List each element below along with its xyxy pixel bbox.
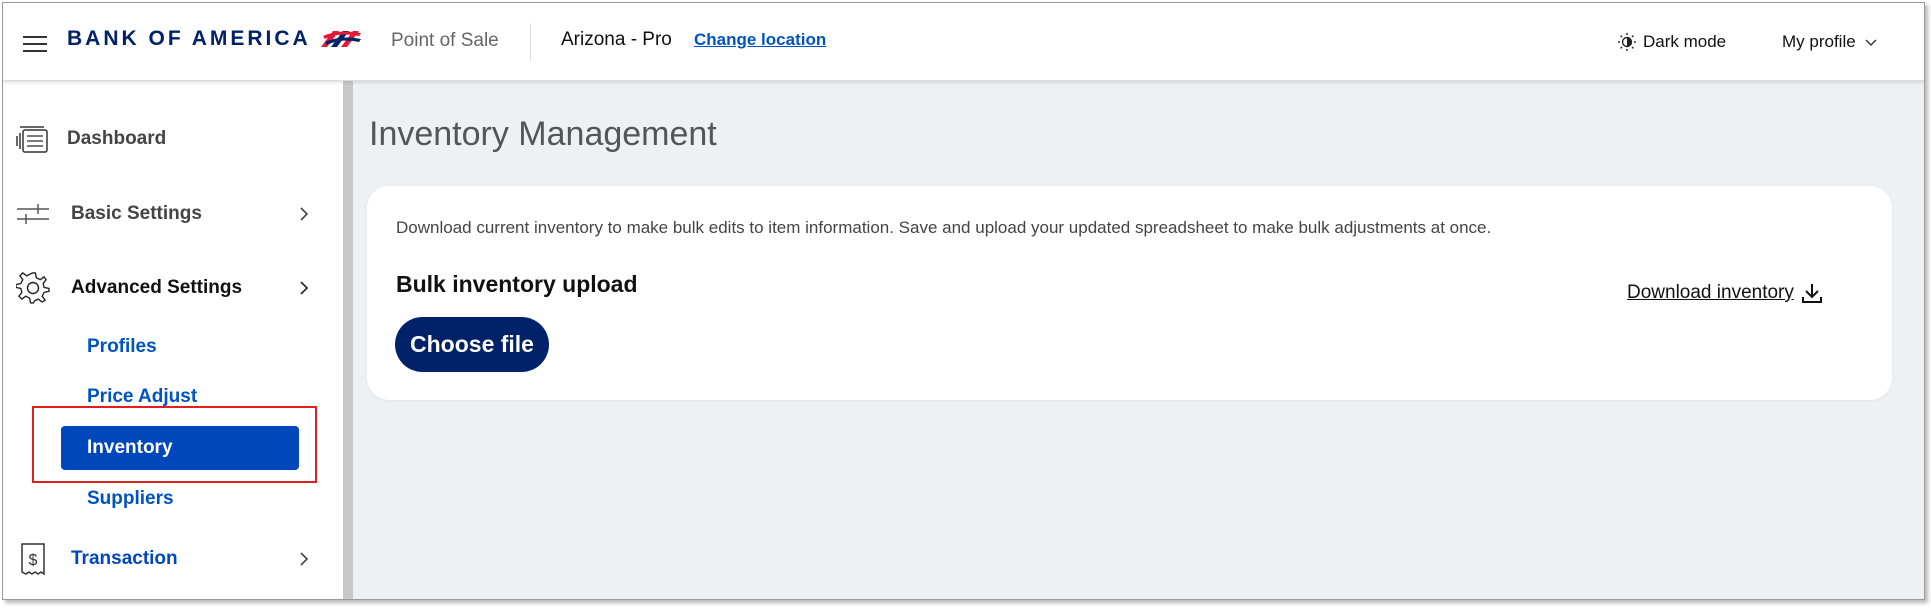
change-location-link[interactable]: Change location [694, 30, 826, 50]
sliders-icon [15, 196, 51, 232]
brand-name: BANK OF AMERICA [67, 27, 311, 50]
page-title: Inventory Management [369, 115, 717, 153]
sidebar-item-advanced-settings[interactable]: Advanced Settings [3, 268, 323, 308]
app-window: BANK OF AMERICA Point of Sale Arizona - … [2, 2, 1925, 600]
header-divider [530, 23, 531, 61]
sidebar-item-transaction[interactable]: $ Transaction [3, 539, 323, 579]
download-inventory-label: Download inventory [1627, 282, 1794, 303]
gear-icon [15, 270, 51, 306]
menu-icon[interactable] [23, 36, 47, 52]
dark-mode-toggle[interactable]: Dark mode [1617, 32, 1726, 52]
flag-logo-icon [320, 31, 361, 47]
my-profile-label: My profile [1782, 32, 1856, 51]
chevron-right-icon [300, 552, 309, 566]
receipt-icon: $ [15, 541, 51, 577]
dark-mode-label: Dark mode [1643, 32, 1727, 51]
sidebar-scrollbar[interactable] [343, 81, 353, 599]
main-content: Inventory Management Download current in… [353, 81, 1924, 599]
top-header: BANK OF AMERICA Point of Sale Arizona - … [3, 3, 1924, 81]
sidebar-subitem-profiles[interactable]: Profiles [87, 336, 157, 358]
chevron-down-icon [1865, 39, 1877, 46]
bulk-upload-heading: Bulk inventory upload [396, 271, 638, 297]
sidebar-subitem-suppliers[interactable]: Suppliers [87, 488, 174, 510]
sidebar-item-label: Advanced Settings [71, 277, 243, 298]
sidebar-item-label: Dashboard [67, 128, 167, 149]
sidebar-subitem-price-adjust[interactable]: Price Adjust [87, 386, 197, 408]
app-name-label: Point of Sale [391, 30, 499, 51]
choose-file-button[interactable]: Choose file [395, 317, 549, 372]
dashboard-icon [15, 121, 51, 157]
sidebar-item-label: Transaction [71, 548, 178, 569]
sidebar-item-label: Basic Settings [71, 203, 202, 224]
chevron-right-icon [300, 207, 309, 221]
sidebar-subitem-inventory[interactable]: Inventory [61, 426, 299, 470]
my-profile-menu[interactable]: My profile [1782, 32, 1878, 52]
download-icon [1801, 284, 1822, 303]
svg-text:$: $ [29, 552, 38, 569]
download-inventory-link[interactable]: Download inventory [1627, 281, 1824, 305]
sidebar-item-basic-settings[interactable]: Basic Settings [3, 194, 323, 234]
sidebar-item-dashboard[interactable]: Dashboard [3, 119, 323, 159]
brand-logo[interactable]: BANK OF AMERICA [67, 27, 363, 51]
half-sun-icon [1618, 33, 1636, 51]
chevron-right-icon [300, 281, 309, 295]
location-name: Arizona - Pro [561, 29, 672, 50]
inventory-card: Download current inventory to make bulk … [367, 186, 1892, 400]
card-description: Download current inventory to make bulk … [396, 218, 1492, 237]
